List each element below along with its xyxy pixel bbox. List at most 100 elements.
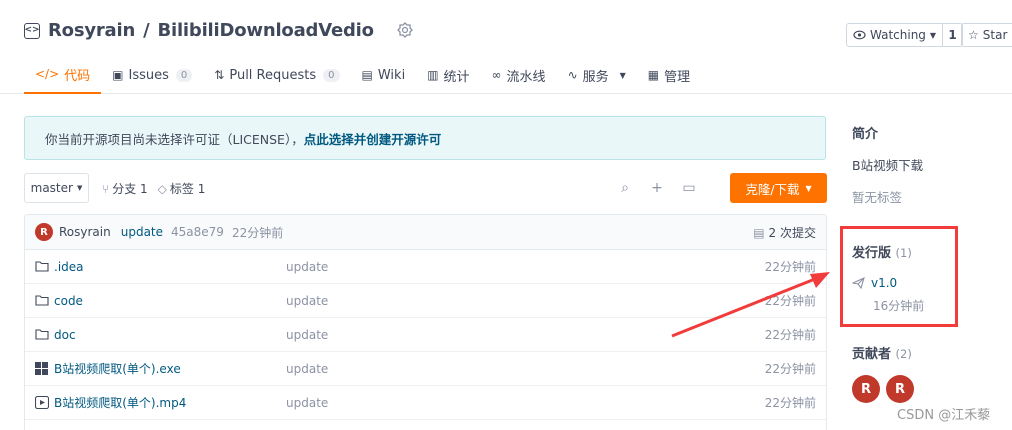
- code-icon: </>: [35, 67, 60, 81]
- star-icon: ☆: [968, 28, 979, 42]
- video-file-icon: [35, 396, 51, 409]
- manage-icon: ▦: [647, 68, 660, 82]
- watermark: CSDN @江禾藜: [897, 408, 991, 423]
- branch-name: master: [30, 181, 73, 195]
- clone-download-button[interactable]: 克隆/下载 ▼: [730, 173, 827, 203]
- tab-code-label: 代码: [64, 68, 91, 84]
- file-time: 22分钟前: [764, 294, 816, 308]
- tab-services[interactable]: ∿ 服务 ▼: [557, 56, 637, 94]
- tab-code[interactable]: </> 代码: [24, 56, 102, 94]
- watch-group: Watching ▼ 1: [846, 23, 964, 47]
- license-notice: 你当前开源项目尚未选择许可证（LICENSE）， 点此选择并创建开源许可: [24, 116, 826, 160]
- eye-icon: [853, 30, 866, 40]
- star-label: Star: [982, 28, 1008, 42]
- table-row[interactable]: doc update 22分钟前: [25, 318, 826, 352]
- branch-select[interactable]: master ▼: [24, 173, 89, 203]
- search-icon[interactable]: ⌕: [616, 180, 634, 196]
- file-time: 22分钟前: [764, 362, 816, 376]
- folder-icon: [35, 295, 51, 306]
- intro-title: 简介: [852, 127, 879, 142]
- commit-sha[interactable]: 45a8e79: [171, 225, 224, 239]
- tags-link[interactable]: ◇ 标签 1: [158, 180, 206, 197]
- folder-icon: [35, 261, 51, 272]
- file-list: R Rosyrain update 45a8e79 22分钟前 ▤ 2 次提交 …: [24, 214, 827, 430]
- file-name[interactable]: B站视频爬取(单个).mp4: [54, 394, 286, 411]
- watch-button[interactable]: Watching ▼: [846, 23, 944, 47]
- contributors-count: (2): [895, 347, 912, 361]
- tab-pipeline-label: 流水线: [506, 69, 546, 85]
- file-name[interactable]: B站视频爬取(单个).exe: [54, 360, 286, 377]
- tags-label: 标签 1: [169, 182, 206, 196]
- repo-tabs: </> 代码 ▣ Issues 0 ⇅ Pull Requests 0 ▤ Wi…: [24, 56, 701, 94]
- tab-issues-label: Issues: [128, 67, 169, 83]
- contributors-title-label: 贡献者: [852, 347, 892, 362]
- pulse-icon: ∿: [567, 68, 578, 82]
- tab-manage[interactable]: ▦ 管理: [637, 56, 701, 94]
- book-icon: ▤: [361, 68, 373, 82]
- folder-icon: [35, 329, 51, 340]
- pull-requests-count-badge: 0: [323, 68, 340, 82]
- avatar[interactable]: R: [35, 223, 53, 241]
- commit-author[interactable]: Rosyrain: [59, 225, 111, 239]
- file-name[interactable]: .idea: [54, 260, 286, 274]
- document-icon: ▤: [753, 225, 765, 240]
- file-tools: ⌕ + ▭: [616, 180, 698, 196]
- commit-count-label: 2 次提交: [768, 226, 816, 240]
- tab-stats-label: 统计: [443, 69, 470, 85]
- file-commit-message[interactable]: update: [286, 294, 328, 308]
- branch-info: ⑂ 分支 1 ◇ 标签 1: [102, 180, 205, 197]
- file-commit-message[interactable]: update: [286, 260, 328, 274]
- file-commit-message[interactable]: update: [286, 362, 328, 376]
- table-row[interactable]: .idea update 22分钟前: [25, 250, 826, 284]
- gvp-badge-icon[interactable]: [396, 21, 414, 40]
- avatar[interactable]: R: [852, 375, 880, 403]
- tab-wiki[interactable]: ▤ Wiki: [351, 56, 417, 94]
- commit-message[interactable]: update: [121, 225, 163, 239]
- release-highlight-box: [840, 226, 958, 327]
- clone-download-label: 克隆/下载: [745, 181, 800, 197]
- tab-stats[interactable]: ▥ 统计: [416, 56, 480, 94]
- file-commit-message[interactable]: update: [286, 328, 328, 342]
- table-row[interactable]: B站视频爬取(单个).mp4 update 22分钟前: [25, 386, 826, 420]
- caret-down-icon: ▼: [929, 30, 937, 40]
- caret-down-icon: ▼: [76, 184, 83, 192]
- file-time: 22分钟前: [764, 260, 816, 274]
- intro-text: B站视频下载: [852, 158, 924, 173]
- commit-count-link[interactable]: ▤ 2 次提交: [753, 215, 816, 250]
- table-row[interactable]: B站视频爬取(单个).exe update 22分钟前: [25, 352, 826, 386]
- tab-issues[interactable]: ▣ Issues 0: [101, 56, 203, 94]
- tab-services-label: 服务: [582, 69, 609, 85]
- tab-pull-requests-label: Pull Requests: [229, 67, 317, 83]
- branches-label: 分支 1: [112, 182, 148, 196]
- repo-owner-link[interactable]: Rosyrain: [48, 20, 135, 41]
- contributors-title[interactable]: 贡献者 (2): [852, 343, 912, 362]
- stats-icon: ▥: [427, 68, 439, 82]
- file-commit-message[interactable]: update: [286, 396, 328, 410]
- branches-link[interactable]: ⑂ 分支 1: [102, 180, 148, 197]
- no-tags-text: 暂无标签: [852, 190, 903, 205]
- windows-icon: [35, 362, 51, 375]
- tab-manage-label: 管理: [664, 69, 691, 85]
- table-row[interactable]: code update 22分钟前: [25, 284, 826, 318]
- tab-pipeline[interactable]: ∞ 流水线: [481, 56, 557, 94]
- create-license-link[interactable]: 点此选择并创建开源许可: [304, 129, 442, 148]
- file-name[interactable]: doc: [54, 328, 286, 342]
- tab-wiki-label: Wiki: [377, 67, 406, 83]
- plus-icon[interactable]: +: [648, 180, 666, 196]
- issues-count-badge: 0: [175, 68, 193, 82]
- repo-name-link[interactable]: BilibiliDownloadVedio: [157, 20, 374, 41]
- caret-down-icon: ▼: [805, 183, 812, 193]
- latest-commit-row: R Rosyrain update 45a8e79 22分钟前 ▤ 2 次提交: [25, 215, 826, 250]
- avatar[interactable]: R: [886, 375, 914, 403]
- repo-separator: /: [143, 20, 150, 41]
- license-notice-text: 你当前开源项目尚未选择许可证（LICENSE），: [45, 131, 304, 147]
- repo-title: <> Rosyrain / BilibiliDownloadVedio: [24, 20, 414, 41]
- monitor-icon[interactable]: ▭: [680, 180, 698, 196]
- watch-label: Watching: [870, 28, 926, 42]
- star-button[interactable]: ☆ Star: [961, 23, 1012, 47]
- file-time: 22分钟前: [764, 396, 816, 410]
- tab-pull-requests[interactable]: ⇅ Pull Requests 0: [203, 56, 350, 94]
- file-name[interactable]: code: [54, 294, 286, 308]
- branch-icon: ⑂: [102, 181, 110, 196]
- tag-icon: ◇: [157, 181, 167, 196]
